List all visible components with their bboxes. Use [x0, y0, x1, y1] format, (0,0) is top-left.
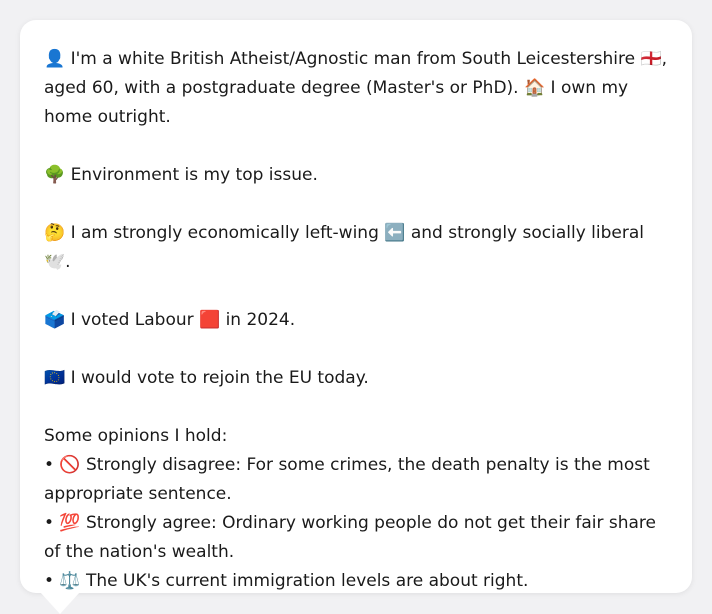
opinion-item: • 💯 Strongly agree: Ordinary working peo…	[44, 513, 657, 562]
eu-stance: 🇪🇺 I would vote to rejoin the EU today.	[44, 368, 369, 388]
opinion-item: • 🚫 Strongly disagree: For some crimes, …	[44, 455, 650, 504]
profile-message-bubble: 👤 I'm a white British Atheist/Agnostic m…	[20, 20, 692, 593]
top-issue: 🌳 Environment is my top issue.	[44, 165, 318, 185]
political-leaning: 🤔 I am strongly economically left-wing ⬅…	[44, 223, 644, 272]
vote-history: 🗳️ I voted Labour 🟥 in 2024.	[44, 310, 296, 330]
opinion-item: • ⚖️ The UK's current immigration levels…	[44, 571, 529, 591]
bubble-tail	[40, 592, 80, 614]
opinions-heading: Some opinions I hold:	[44, 426, 228, 446]
profile-intro: 👤 I'm a white British Atheist/Agnostic m…	[44, 49, 668, 127]
